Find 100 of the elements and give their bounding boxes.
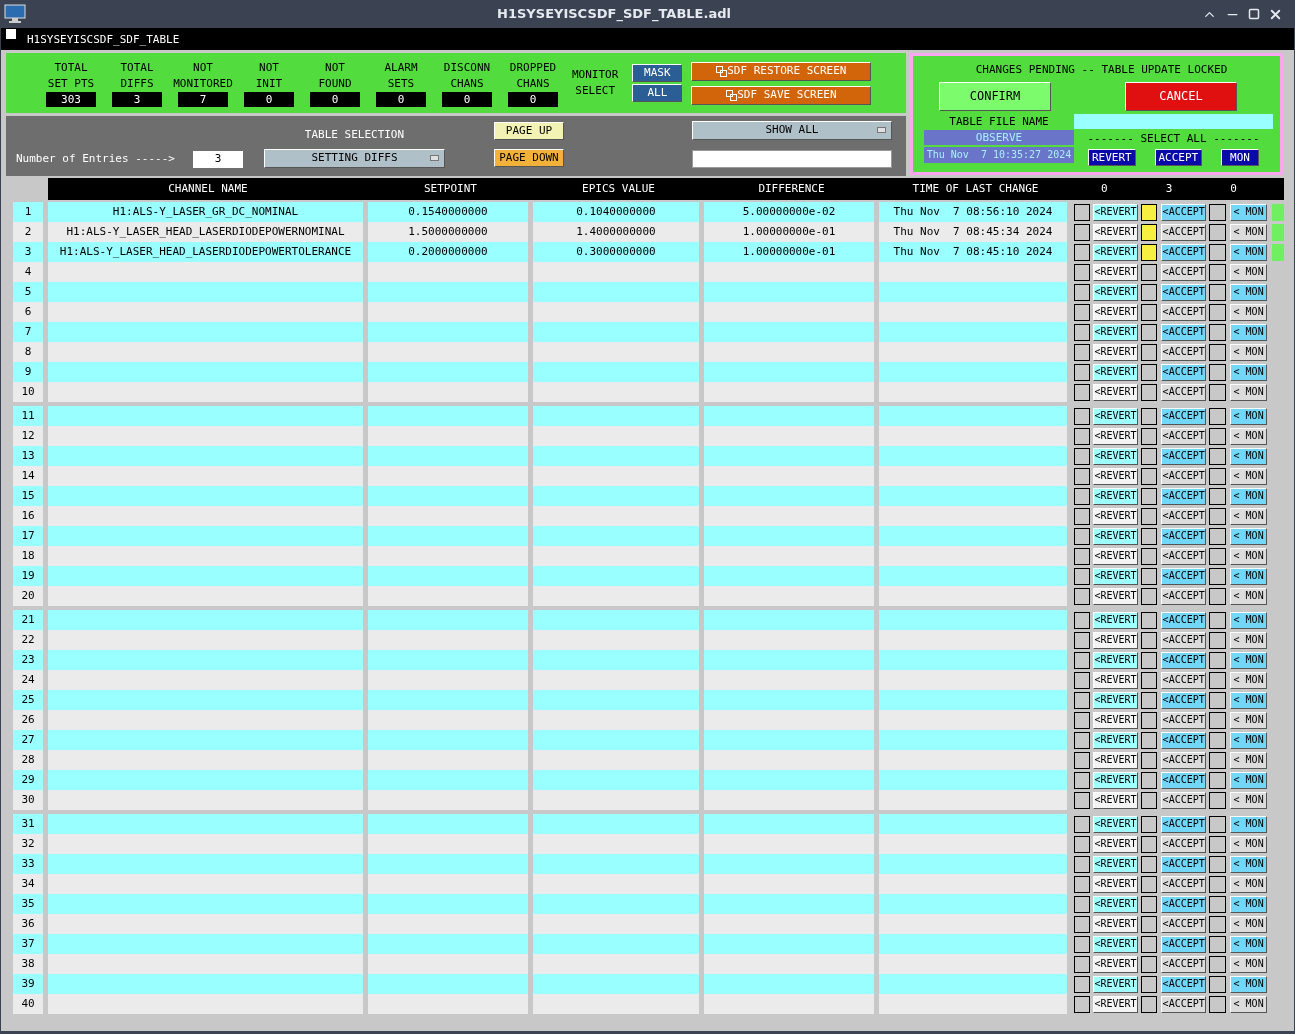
row-button[interactable]: <ACCEPT [1161,487,1207,505]
select-checkbox[interactable] [1074,447,1091,465]
row-button[interactable]: < MON [1229,343,1268,361]
row-button[interactable]: < MON [1229,975,1268,993]
select-checkbox[interactable] [1209,407,1226,425]
select-checkbox[interactable] [1140,935,1158,953]
select-checkbox[interactable] [1140,955,1158,973]
select-checkbox[interactable] [1209,223,1226,241]
screen-button[interactable]: SDF SAVE SCREEN [691,85,872,105]
select-checkbox[interactable] [1209,303,1226,321]
select-checkbox[interactable] [1140,855,1158,873]
row-button[interactable]: <ACCEPT [1161,587,1207,605]
row-button[interactable]: <ACCEPT [1161,243,1207,261]
row-button[interactable]: <REVERT [1093,303,1138,321]
row-button[interactable]: < MON [1229,875,1268,893]
select-checkbox[interactable] [1140,895,1158,913]
select-checkbox[interactable] [1209,263,1226,281]
filter-dropdown[interactable]: SHOW ALL [691,121,892,140]
select-checkbox[interactable] [1140,343,1158,361]
row-button[interactable]: <REVERT [1093,771,1138,789]
select-checkbox[interactable] [1140,791,1158,809]
row-button[interactable]: <REVERT [1093,711,1138,729]
row-button[interactable]: <ACCEPT [1161,363,1207,381]
row-button[interactable]: <ACCEPT [1161,223,1207,241]
select-checkbox[interactable] [1074,567,1091,585]
file-name-field[interactable] [1074,113,1273,129]
row-button[interactable]: < MON [1229,935,1268,953]
select-checkbox[interactable] [1209,363,1226,381]
row-button[interactable]: < MON [1229,915,1268,933]
row-button[interactable]: < MON [1229,203,1268,221]
select-checkbox[interactable] [1074,587,1091,605]
row-button[interactable]: <REVERT [1093,995,1138,1013]
select-checkbox[interactable] [1140,243,1158,261]
row-button[interactable]: <REVERT [1093,203,1138,221]
row-button[interactable]: < MON [1229,771,1268,789]
row-button[interactable]: < MON [1229,631,1268,649]
row-button[interactable]: < MON [1229,447,1268,465]
row-button[interactable]: <REVERT [1093,547,1138,565]
row-button[interactable]: <ACCEPT [1161,203,1207,221]
row-button[interactable]: <ACCEPT [1161,995,1207,1013]
select-checkbox[interactable] [1209,527,1226,545]
row-button[interactable]: < MON [1229,835,1268,853]
select-checkbox[interactable] [1209,467,1226,485]
row-button[interactable]: <REVERT [1093,731,1138,749]
row-button[interactable]: <ACCEPT [1161,547,1207,565]
select-checkbox[interactable] [1209,771,1226,789]
row-button[interactable]: < MON [1229,611,1268,629]
select-checkbox[interactable] [1074,771,1091,789]
select-checkbox[interactable] [1074,407,1091,425]
select-checkbox[interactable] [1140,651,1158,669]
select-checkbox[interactable] [1074,303,1091,321]
row-button[interactable]: <ACCEPT [1161,567,1207,585]
select-checkbox[interactable] [1140,731,1158,749]
select-checkbox[interactable] [1209,711,1226,729]
select-checkbox[interactable] [1074,915,1091,933]
row-button[interactable]: <REVERT [1093,343,1138,361]
page-down-button[interactable]: PAGE DOWN [493,149,564,167]
select-checkbox[interactable] [1209,243,1226,261]
row-button[interactable]: <REVERT [1093,507,1138,525]
select-checkbox[interactable] [1209,487,1226,505]
select-checkbox[interactable] [1074,203,1091,221]
row-button[interactable]: <ACCEPT [1161,711,1207,729]
select-checkbox[interactable] [1074,611,1091,629]
select-checkbox[interactable] [1074,935,1091,953]
row-button[interactable]: <ACCEPT [1161,815,1207,833]
select-checkbox[interactable] [1140,691,1158,709]
row-button[interactable]: <ACCEPT [1161,955,1207,973]
select-checkbox[interactable] [1074,631,1091,649]
row-button[interactable]: < MON [1229,855,1268,873]
row-button[interactable]: <REVERT [1093,631,1138,649]
row-button[interactable]: < MON [1229,791,1268,809]
row-button[interactable]: <ACCEPT [1161,975,1207,993]
row-button[interactable]: <ACCEPT [1161,651,1207,669]
row-button[interactable]: <ACCEPT [1161,283,1207,301]
select-checkbox[interactable] [1140,447,1158,465]
select-checkbox[interactable] [1140,547,1158,565]
row-button[interactable]: < MON [1229,243,1268,261]
row-button[interactable]: <REVERT [1093,751,1138,769]
select-checkbox[interactable] [1209,507,1226,525]
row-button[interactable]: <ACCEPT [1161,263,1207,281]
row-button[interactable]: <ACCEPT [1161,407,1207,425]
row-button[interactable]: <ACCEPT [1161,915,1207,933]
row-button[interactable]: <ACCEPT [1161,751,1207,769]
row-button[interactable]: <REVERT [1093,567,1138,585]
select-checkbox[interactable] [1074,855,1091,873]
select-checkbox[interactable] [1209,791,1226,809]
select-checkbox[interactable] [1209,975,1226,993]
select-checkbox[interactable] [1140,507,1158,525]
select-checkbox[interactable] [1209,631,1226,649]
row-button[interactable]: <ACCEPT [1161,303,1207,321]
select-checkbox[interactable] [1140,587,1158,605]
select-checkbox[interactable] [1074,343,1091,361]
select-checkbox[interactable] [1209,915,1226,933]
select-checkbox[interactable] [1140,815,1158,833]
select-checkbox[interactable] [1074,283,1091,301]
row-button[interactable]: <REVERT [1093,895,1138,913]
row-button[interactable]: < MON [1229,487,1268,505]
select-checkbox[interactable] [1209,955,1226,973]
select-checkbox[interactable] [1209,815,1226,833]
row-button[interactable]: <REVERT [1093,363,1138,381]
